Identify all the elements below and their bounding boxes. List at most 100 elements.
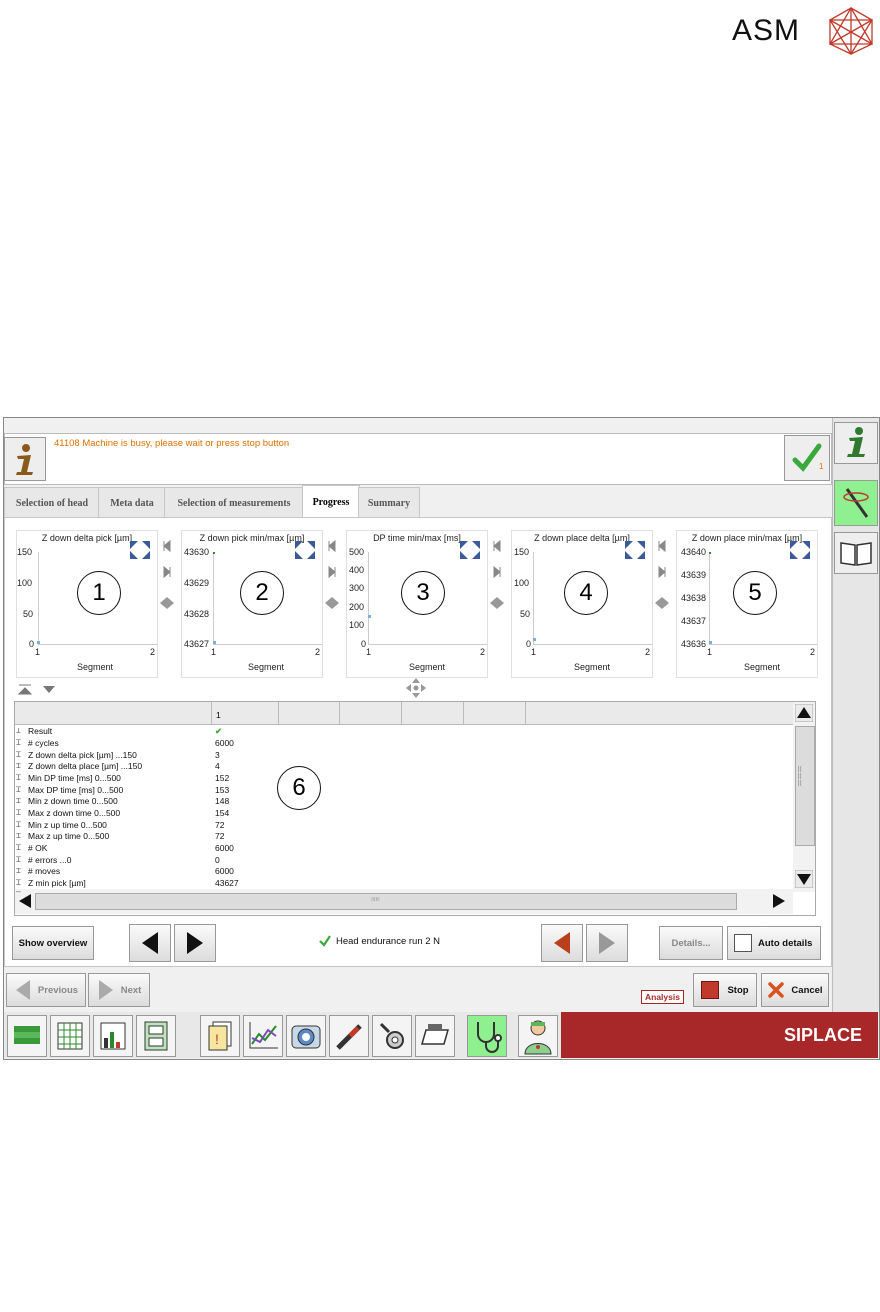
scroll-right-icon[interactable] [771, 894, 787, 908]
show-overview-button[interactable]: Show overview [12, 926, 94, 960]
taskbar-board-layout-icon[interactable] [136, 1015, 176, 1057]
chart-splitter[interactable] [323, 537, 341, 657]
taskbar-maintenance-icon[interactable] [372, 1015, 412, 1057]
tab-selection-of-head[interactable]: Selection of head [4, 487, 100, 518]
taskbar-documents-icon[interactable]: ! [200, 1015, 240, 1057]
y-tick: 0 [29, 639, 35, 649]
x-tick: 2 [810, 647, 816, 657]
y-tick: 43629 [184, 578, 210, 588]
chart-z-down-pick-min-max: Z down pick min/max [µm] 43630 43629 436… [181, 530, 323, 678]
y-tick: 500 [349, 547, 365, 557]
collapse-expand-arrows-icon[interactable] [16, 684, 60, 696]
x-axis-label: Segment [248, 662, 285, 672]
info-button[interactable] [4, 437, 46, 481]
x-axis-label: Segment [409, 662, 446, 672]
tab-progress[interactable]: Progress [302, 485, 360, 518]
data-point-max [709, 552, 711, 554]
y-tick: 400 [349, 565, 365, 575]
x-tick: 2 [645, 647, 651, 657]
row-label: Min z up time 0...500 [28, 820, 107, 830]
horizontal-scroll-thumb[interactable]: ∷∷∷ [35, 893, 737, 910]
row-label: Z min pick [µm] [28, 878, 86, 888]
tab-selection-of-measurements[interactable]: Selection of measurements [164, 487, 304, 518]
row-value: 153 [215, 785, 230, 795]
row-value: 72 [215, 820, 225, 830]
taskbar-camera-icon[interactable] [286, 1015, 326, 1057]
auto-details-toggle[interactable]: Auto details [727, 926, 821, 960]
auto-details-checkbox[interactable] [734, 934, 752, 952]
svg-text:!: ! [215, 1031, 219, 1047]
taskbar-doctor-icon[interactable] [518, 1015, 558, 1057]
y-tick: 150 [17, 547, 33, 557]
next-segment-button[interactable] [174, 924, 216, 962]
previous-segment-button[interactable] [129, 924, 171, 962]
vertical-scroll-thumb[interactable]: ⠿ ⠿ ⠿ [795, 726, 815, 846]
info-icon [16, 444, 33, 475]
chart-splitter[interactable] [488, 537, 506, 657]
arrow-right-icon [187, 932, 203, 954]
panel-resize-grip-icon[interactable] [405, 677, 427, 699]
chart-splitter[interactable] [158, 537, 176, 657]
taskbar-bar-chart-icon[interactable] [93, 1015, 133, 1057]
acknowledge-button[interactable]: 1 [784, 435, 830, 481]
y-tick: 50 [23, 609, 34, 619]
next-label: Next [120, 984, 142, 996]
details-button[interactable]: Details... [659, 926, 723, 960]
taskbar-feeder-icon[interactable] [415, 1015, 455, 1057]
x-axis-label: Segment [744, 662, 781, 672]
y-tick: 43627 [184, 639, 210, 649]
x-tick: 2 [315, 647, 321, 657]
arrow-right-icon [98, 980, 113, 1000]
checkmark-icon [792, 443, 822, 472]
stop-label: Stop [727, 984, 749, 996]
previous-button[interactable]: Previous [6, 973, 86, 1007]
tab-summary[interactable]: Summary [358, 487, 420, 518]
chart-z-down-place-min-max: Z down place min/max [µm] 43640 43639 43… [676, 530, 818, 678]
scroll-left-icon[interactable] [17, 894, 33, 908]
stop-icon [701, 981, 720, 999]
callout-5: 5 [733, 571, 777, 615]
data-point [533, 638, 536, 641]
tab-meta-data[interactable]: Meta data [98, 487, 166, 518]
x-tick: 1 [366, 647, 372, 657]
info-panel-button[interactable] [834, 422, 878, 464]
next-error-button[interactable] [586, 924, 628, 962]
row-label: Result [28, 726, 53, 736]
book-icon [840, 542, 872, 566]
column-header[interactable]: 1 [211, 702, 279, 724]
row-label: Z down delta pick [µm] ...150 [28, 750, 137, 760]
cancel-label: Cancel [791, 984, 823, 996]
siplace-brand-bar: SIPLACE [561, 1012, 878, 1058]
taskbar-grid-icon[interactable] [50, 1015, 90, 1057]
previous-error-button[interactable] [541, 924, 583, 962]
row-label: Min DP time [ms] 0...500 [28, 773, 121, 783]
row-label: # errors ...0 [28, 855, 72, 865]
y-tick: 100 [349, 620, 365, 630]
row-label: Max DP time [ms] 0...500 [28, 785, 124, 795]
stop-button[interactable]: Stop [693, 973, 757, 1007]
table-header: 1 [15, 702, 793, 725]
row-label: Min z down time 0...500 [28, 796, 118, 806]
x-tick: 2 [480, 647, 486, 657]
chart-z-down-delta-pick: Z down delta pick [µm] 150 100 50 0 1 2 … [16, 530, 158, 678]
callout-2: 2 [240, 571, 284, 615]
horizontal-scrollbar[interactable]: ∷∷∷ [15, 889, 793, 914]
diagnostics-tool-button[interactable] [834, 480, 878, 526]
close-icon [768, 982, 785, 998]
chart-splitter[interactable] [653, 537, 671, 657]
data-point [37, 641, 40, 644]
scroll-down-icon[interactable] [795, 870, 813, 888]
x-tick: 1 [531, 647, 537, 657]
scroll-up-icon[interactable] [795, 704, 813, 722]
taskbar-line-chart-icon[interactable] [243, 1015, 283, 1057]
arrow-right-icon [599, 932, 615, 954]
checkmark-icon [319, 935, 331, 947]
y-tick: 43638 [681, 593, 707, 603]
next-button[interactable]: Next [88, 973, 150, 1007]
cancel-button[interactable]: Cancel [761, 973, 829, 1007]
vertical-scrollbar[interactable]: ⠿ ⠿ ⠿ [793, 702, 815, 892]
taskbar-diagnostics-stethoscope-icon[interactable] [467, 1015, 507, 1057]
manual-button[interactable] [834, 532, 878, 574]
taskbar-nozzle-tool-icon[interactable] [329, 1015, 369, 1057]
taskbar-money-stack-icon[interactable] [7, 1015, 47, 1057]
